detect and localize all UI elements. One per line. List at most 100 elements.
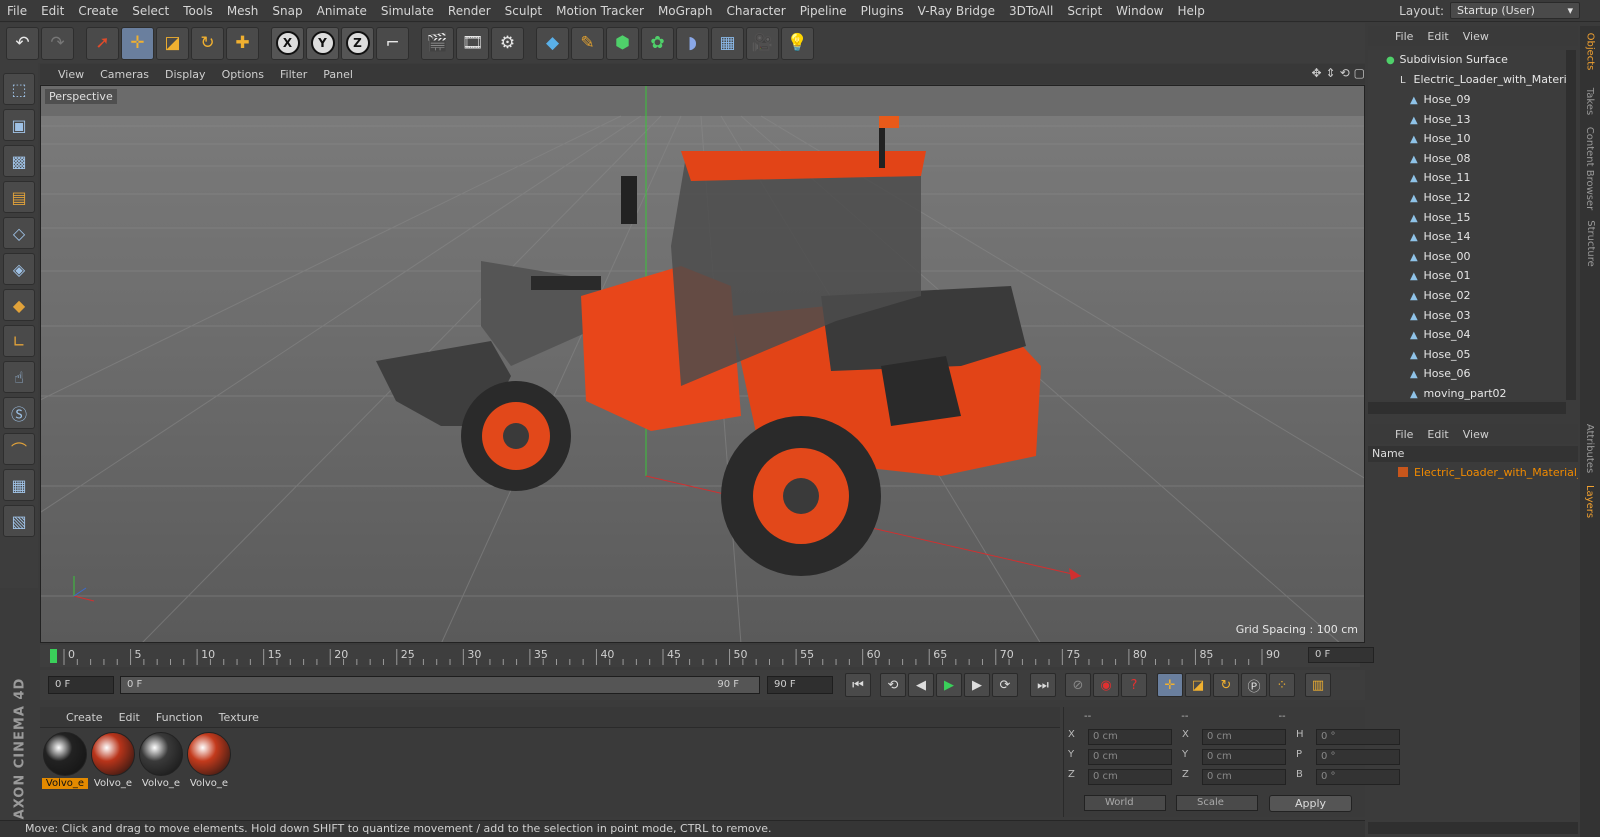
material-preview[interactable] [139,732,183,776]
layer-menu-edit[interactable]: Edit [1420,428,1455,441]
tweak-mode-icon[interactable]: ☝ [3,361,35,393]
redo-icon[interactable]: ↷ [41,26,74,60]
recent-tool-icon[interactable]: ✚ [226,26,259,60]
keyframe-selection-icon[interactable]: ? [1121,673,1147,697]
viewport-menu-cameras[interactable]: Cameras [92,68,157,81]
light-icon[interactable]: 💡 [781,26,814,60]
menu-item-mograph[interactable]: MoGraph [651,0,720,22]
prev-frame-icon[interactable]: ◀ [908,673,934,697]
menu-item-select[interactable]: Select [125,0,176,22]
object-row[interactable]: ▲ Hose_11 [1368,168,1566,188]
layer-menu-view[interactable]: View [1456,428,1496,441]
material-preview[interactable] [91,732,135,776]
z-axis-lock-icon[interactable]: Z [341,26,374,60]
max-frame-field[interactable]: 90 F [767,676,833,694]
object-row-subdivision[interactable]: ● Subdivision Surface [1368,50,1566,70]
menu-item-file[interactable]: File [0,0,34,22]
side-tab-objects[interactable]: Objects [1580,26,1600,76]
autokey-icon[interactable]: ◉ [1093,673,1119,697]
next-frame-icon[interactable]: ▶ [964,673,990,697]
menu-item-plugins[interactable]: Plugins [854,0,911,22]
menu-item-tools[interactable]: Tools [176,0,220,22]
menu-item-window[interactable]: Window [1109,0,1170,22]
rotate-icon[interactable]: ↻ [191,26,224,60]
key-pla-icon[interactable]: ⁘ [1269,673,1295,697]
x-axis-lock-icon[interactable]: X [271,26,304,60]
coord-field-pos[interactable]: 0 cm [1088,729,1172,745]
cloner-icon[interactable]: ✿ [641,26,674,60]
object-row[interactable]: ▲ Hose_03 [1368,306,1566,326]
menu-item-simulate[interactable]: Simulate [374,0,441,22]
undo-icon[interactable]: ↶ [6,26,39,60]
object-row[interactable]: ▲ Hose_01 [1368,266,1566,286]
object-row[interactable]: ▲ Hose_14 [1368,227,1566,247]
menu-item-render[interactable]: Render [441,0,498,22]
layer-color-swatch[interactable] [1398,467,1408,477]
material-preview[interactable] [187,732,231,776]
object-row[interactable]: ▲ Hose_08 [1368,149,1566,169]
object-list-scrollbar[interactable] [1566,50,1576,400]
viewport-menu-panel[interactable]: Panel [315,68,361,81]
deformer-icon[interactable]: ◗ [676,26,709,60]
object-row[interactable]: ▲ Hose_15 [1368,208,1566,228]
floor-icon[interactable]: ▦ [711,26,744,60]
object-row-loader[interactable]: L Electric_Loader_with_Material_ [1368,70,1566,90]
texture-mode-icon[interactable]: ▩ [3,145,35,177]
object-menu-edit[interactable]: Edit [1420,30,1455,43]
current-frame-field[interactable]: 0 F [48,676,114,694]
viewport-menu-view[interactable]: View [50,68,92,81]
object-row[interactable]: ▲ Hose_04 [1368,325,1566,345]
menu-item-motion-tracker[interactable]: Motion Tracker [549,0,651,22]
viewport-menu-display[interactable]: Display [157,68,214,81]
render-settings-icon[interactable]: ⚙ [491,26,524,60]
object-menu-file[interactable]: File [1388,30,1420,43]
menu-item-v-ray-bridge[interactable]: V-Ray Bridge [911,0,1002,22]
workplane-icon[interactable]: ▤ [3,181,35,213]
key-rotation-icon[interactable]: ↻ [1213,673,1239,697]
coordinate-type-select[interactable]: Scale [1176,795,1258,811]
key-param-icon[interactable]: Ⓟ [1241,673,1267,697]
material-swatch[interactable]: Volvo_e [90,732,136,789]
model-mode-icon[interactable]: ⬚ [3,73,35,105]
object-row[interactable]: ▲ Hose_00 [1368,247,1566,267]
coord-field-rot[interactable]: 0 ° [1316,729,1400,745]
menu-item-help[interactable]: Help [1170,0,1211,22]
viewport-label[interactable]: Perspective [45,89,117,104]
polygons-mode-icon[interactable]: ◆ [3,289,35,321]
object-list-hscrollbar[interactable] [1368,402,1566,414]
menu-item-pipeline[interactable]: Pipeline [793,0,854,22]
timeline[interactable]: 0 F 0 5 10 15 20 25 30 35 40 45 50 55 60 65 70 75 80 85 90 [40,645,1374,667]
maximize-icon[interactable]: ▢ [1354,66,1365,80]
next-key-icon[interactable]: ⟳ [992,673,1018,697]
axis-mode-icon[interactable]: ∟ [3,325,35,357]
object-row[interactable]: ▲ Hose_05 [1368,345,1566,365]
render-view-icon[interactable]: 🎬 [421,26,454,60]
y-axis-lock-icon[interactable]: Y [306,26,339,60]
object-row[interactable]: ▲ moving_part02 [1368,384,1566,400]
material-menu-create[interactable]: Create [58,711,111,724]
coord-field-pos[interactable]: 0 cm [1088,769,1172,785]
object-row[interactable]: ▲ Hose_09 [1368,90,1566,110]
key-scale-icon[interactable]: ◪ [1185,673,1211,697]
layer-menu-file[interactable]: File [1388,428,1420,441]
pen-icon[interactable]: ✎ [571,26,604,60]
material-menu-texture[interactable]: Texture [211,711,267,724]
material-menu-edit[interactable]: Edit [111,711,148,724]
side-tab-structure[interactable]: Structure [1580,216,1600,271]
cube-icon[interactable]: ◆ [536,26,569,60]
menu-item-character[interactable]: Character [719,0,792,22]
object-row[interactable]: ▲ Hose_02 [1368,286,1566,306]
scale-icon[interactable]: ◪ [156,26,189,60]
coordinate-mode-select[interactable]: World [1084,795,1166,811]
record-disabled-icon[interactable]: ⊘ [1065,673,1091,697]
layer-row[interactable]: Electric_Loader_with_Material_Har [1368,464,1578,482]
zoom-icon[interactable]: ⇕ [1326,66,1336,80]
side-tab-attributes[interactable]: Attributes [1580,421,1600,476]
orbit-icon[interactable]: ⟲ [1340,66,1350,80]
move-icon[interactable]: ✛ [121,26,154,60]
material-swatch[interactable]: Volvo_e [186,732,232,789]
menu-item-sculpt[interactable]: Sculpt [498,0,549,22]
key-position-icon[interactable]: ✛ [1157,673,1183,697]
prev-key-icon[interactable]: ⟲ [880,673,906,697]
coord-field-size[interactable]: 0 cm [1202,749,1286,765]
